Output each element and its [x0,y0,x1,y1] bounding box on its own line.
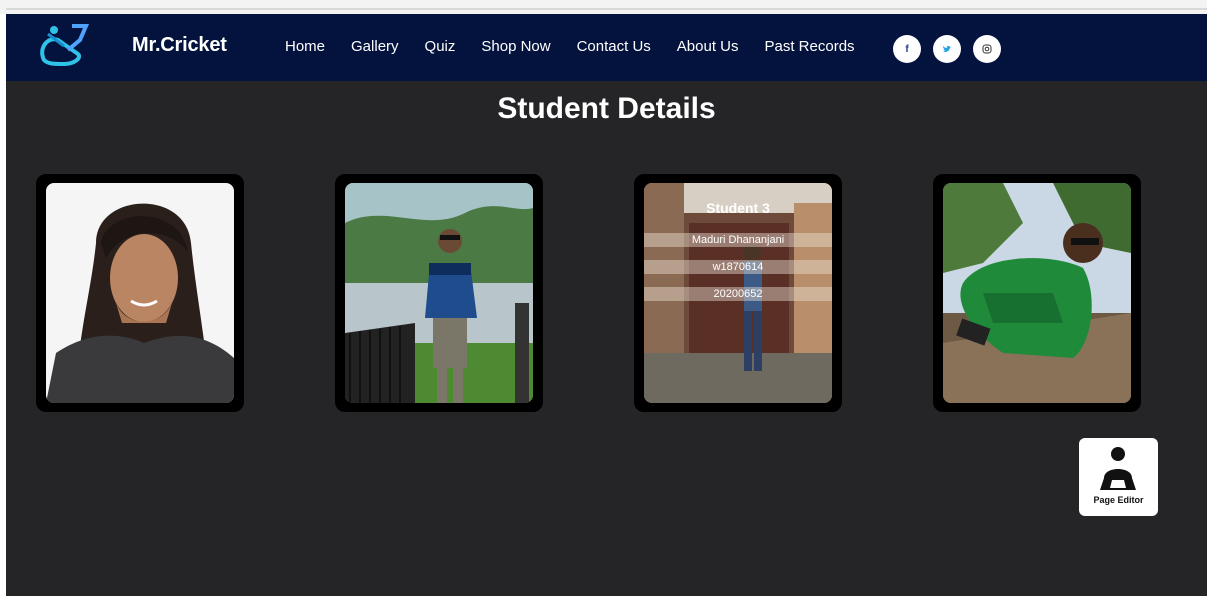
nav-shop-now[interactable]: Shop Now [481,38,550,55]
student-photo-1 [46,183,234,403]
page-editor-label: Page Editor [1093,495,1144,505]
nav-links: Home Gallery Quiz Shop Now Contact Us Ab… [285,38,881,55]
page: Mr.Cricket Home Gallery Quiz Shop Now Co… [6,14,1207,596]
nav-gallery[interactable]: Gallery [351,38,399,55]
student-card-1[interactable] [36,174,244,412]
student-3-name: Maduri Dhananjani [644,233,832,247]
nav-about-us[interactable]: About Us [677,38,739,55]
student-photo-3: Student 3 Maduri Dhananjani w1870614 202… [644,183,832,403]
facebook-icon[interactable]: f [893,35,921,63]
student-card-3[interactable]: Student 3 Maduri Dhananjani w1870614 202… [634,174,842,412]
page-title: Student Details [497,92,716,125]
student-card-2[interactable] [335,174,543,412]
brand-name[interactable]: Mr.Cricket [132,34,227,57]
student-3-title: Student 3 [706,200,770,216]
student-3-number: 20200652 [644,287,832,301]
nav-past-records[interactable]: Past Records [765,38,855,55]
cricket-logo[interactable] [34,20,96,72]
twitter-icon[interactable] [933,35,961,63]
student-photo-4 [943,183,1131,403]
nav-quiz[interactable]: Quiz [425,38,456,55]
student-photo-2 [345,183,533,403]
nav-contact-us[interactable]: Contact Us [577,38,651,55]
instagram-icon[interactable] [973,35,1001,63]
navbar: Mr.Cricket Home Gallery Quiz Shop Now Co… [6,14,1207,81]
student-card-4[interactable] [933,174,1141,412]
student-3-id: w1870614 [644,260,832,274]
page-editor-button[interactable]: Page Editor [1079,438,1158,516]
person-laptop-icon [1100,447,1136,490]
nav-home[interactable]: Home [285,38,325,55]
browser-top-strip [0,0,1207,14]
